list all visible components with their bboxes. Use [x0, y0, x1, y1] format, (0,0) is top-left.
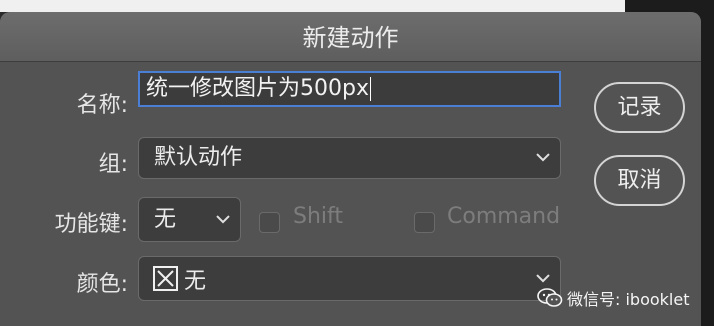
chevron-down-icon [216, 214, 230, 223]
cancel-button[interactable]: 取消 [594, 155, 685, 206]
color-select[interactable]: 无 [138, 256, 561, 301]
group-select[interactable]: 默认动作 [138, 137, 561, 179]
command-label: Command [447, 204, 561, 229]
record-button[interactable]: 记录 [594, 82, 685, 133]
shift-checkbox[interactable] [259, 212, 280, 233]
shift-label: Shift [293, 204, 344, 229]
watermark-text: 微信号: ibooklet [567, 290, 690, 309]
command-checkbox[interactable] [414, 212, 435, 233]
function-key-value: 无 [154, 207, 177, 232]
chevron-down-icon [536, 153, 550, 162]
group-select-value: 默认动作 [154, 145, 243, 170]
text-caret [369, 77, 371, 101]
color-select-value: 无 [184, 269, 207, 294]
function-key-select[interactable]: 无 [138, 197, 241, 242]
chevron-down-icon [536, 273, 550, 282]
name-input-value: 统一修改图片为500px [146, 76, 369, 101]
function-key-label: 功能键: [54, 212, 128, 237]
name-input[interactable]: 统一修改图片为500px [138, 71, 561, 107]
name-label: 名称: [76, 93, 128, 118]
x-box-icon [153, 266, 178, 291]
dialog-title: 新建动作 [0, 12, 701, 62]
group-label: 组: [98, 152, 128, 177]
wechat-icon [537, 288, 563, 307]
background-window-top [0, 0, 625, 12]
color-label: 颜色: [76, 272, 128, 297]
